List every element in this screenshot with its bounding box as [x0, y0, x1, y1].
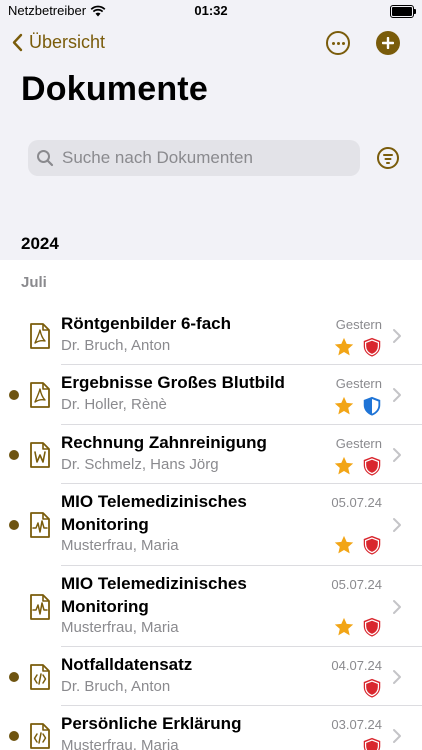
battery-icon	[390, 5, 416, 18]
status-bar: Netzbetreiber 01:32	[0, 0, 422, 24]
document-title: MIO Telemedizinisches Monitoring	[61, 492, 247, 534]
document-author: Dr. Schmelz, Hans Jörg	[61, 456, 219, 473]
unread-indicator	[9, 671, 19, 682]
code-icon	[29, 663, 51, 690]
search-input[interactable]	[60, 147, 344, 169]
more-options-button[interactable]	[326, 31, 350, 55]
shield-icon	[361, 395, 383, 417]
document-title: Ergebnisse Großes Blutbild	[61, 373, 285, 392]
unread-indicator	[9, 449, 19, 460]
filter-button[interactable]	[377, 147, 399, 169]
document-title: MIO Telemedizinisches Monitoring	[61, 574, 247, 616]
document-title: Persönliche Erklärung	[61, 714, 242, 733]
shield-icon	[361, 336, 383, 358]
section-year: 2024	[21, 234, 59, 253]
star-icon[interactable]	[333, 616, 355, 638]
document-row[interactable]: Röntgenbilder 6-fach Dr. Bruch, Anton Gest…	[0, 306, 422, 365]
document-date: Gestern	[335, 376, 382, 391]
document-date: 03.07.24	[331, 717, 382, 732]
document-date: 04.07.24	[331, 658, 382, 673]
document-date: 05.07.24	[331, 577, 382, 592]
navigation-bar: Übersicht	[0, 28, 422, 60]
word-icon	[29, 441, 51, 468]
document-author: Musterfrau, Maria	[61, 537, 179, 554]
status-time: 01:32	[194, 3, 228, 18]
document-author: Dr. Bruch, Anton	[61, 678, 171, 695]
chevron-right-icon	[392, 599, 402, 615]
unread-indicator	[9, 730, 19, 741]
plus-icon	[382, 37, 394, 49]
document-row[interactable]: Rechnung Zahnreinigung Dr. Schmelz, Hans …	[0, 425, 422, 484]
shield-icon	[361, 736, 383, 750]
filter-icon	[383, 154, 393, 156]
star-icon[interactable]	[333, 534, 355, 556]
unread-indicator	[9, 520, 19, 530]
chevron-right-icon	[392, 517, 402, 533]
chevron-right-icon	[392, 728, 402, 744]
document-title: Notfalldatensatz	[61, 655, 193, 674]
pdf-icon	[29, 322, 51, 349]
document-row[interactable]: MIO Telemedizinisches Monitoring Musterfr…	[0, 566, 422, 647]
document-author: Musterfrau, Maria	[61, 619, 179, 636]
star-icon[interactable]	[333, 395, 355, 417]
chevron-right-icon	[392, 669, 402, 685]
back-button-label: Übersicht	[29, 32, 106, 52]
star-icon[interactable]	[333, 455, 355, 477]
pdf-icon	[29, 382, 51, 408]
search-icon	[37, 150, 54, 167]
shield-icon	[361, 534, 383, 556]
chevron-right-icon	[392, 328, 402, 344]
chevron-right-icon	[392, 387, 402, 403]
document-title: Rechnung Zahnreinigung	[61, 433, 267, 452]
search-bar[interactable]	[28, 140, 360, 176]
document-author: Musterfrau, Maria	[61, 737, 179, 750]
star-icon[interactable]	[333, 336, 355, 358]
document-row[interactable]: Notfalldatensatz Dr. Bruch, Anton 04.07.24	[0, 647, 422, 706]
back-button[interactable]: Übersicht	[12, 32, 105, 53]
code-icon	[29, 722, 51, 749]
document-row[interactable]: MIO Telemedizinisches Monitoring Musterfr…	[0, 484, 422, 566]
document-row[interactable]: Persönliche Erklärung Musterfrau, Maria 03…	[0, 706, 422, 750]
document-row[interactable]: Ergebnisse Großes Blutbild Dr. Holler, Rè…	[0, 365, 422, 425]
document-date: Gestern	[335, 436, 382, 451]
document-title: Röntgenbilder 6-fach	[61, 314, 232, 333]
shield-icon	[361, 455, 383, 477]
add-document-button[interactable]	[376, 31, 400, 55]
document-author: Dr. Bruch, Anton	[61, 337, 171, 354]
shield-icon	[361, 677, 383, 699]
page-title: Dokumente	[21, 70, 208, 108]
document-list: Juli Röntgenbilder 6-fach Dr. Bruch, Anto…	[0, 260, 422, 750]
chevron-right-icon	[392, 447, 402, 463]
ellipsis-icon	[331, 41, 335, 45]
waveform-icon	[29, 512, 51, 538]
section-month: Juli	[21, 274, 47, 291]
chevron-left-icon	[12, 33, 23, 52]
waveform-icon	[29, 593, 51, 620]
shield-icon	[361, 616, 383, 638]
document-date: Gestern	[335, 317, 382, 332]
unread-indicator	[9, 390, 19, 400]
document-author: Dr. Holler, Rènè	[61, 396, 167, 413]
document-date: 05.07.24	[331, 495, 382, 510]
